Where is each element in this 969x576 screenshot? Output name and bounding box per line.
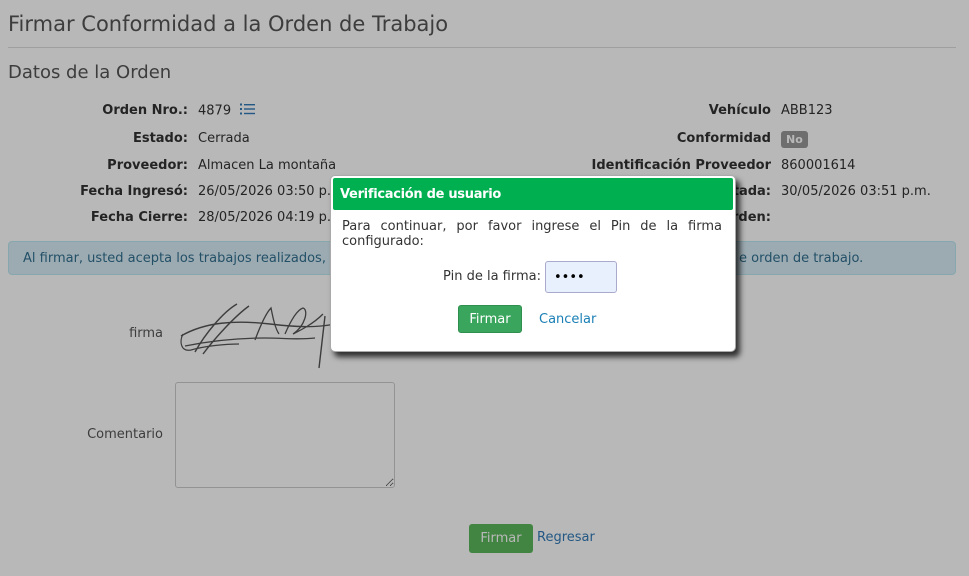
page: Firmar Conformidad a la Orden de Trabajo… [0,0,969,576]
pin-input[interactable] [545,261,617,293]
dialog-cancel-link[interactable]: Cancelar [539,312,596,327]
user-verification-dialog: Verificación de usuario Para continuar, … [330,175,736,352]
pin-label: Pin de la firma: [443,269,541,284]
dialog-sign-button[interactable]: Firmar [458,305,522,333]
dialog-header: Verificación de usuario [333,178,733,210]
dialog-message: Para continuar, por favor ingrese el Pin… [342,219,722,249]
dialog-title: Verificación de usuario [340,187,502,202]
